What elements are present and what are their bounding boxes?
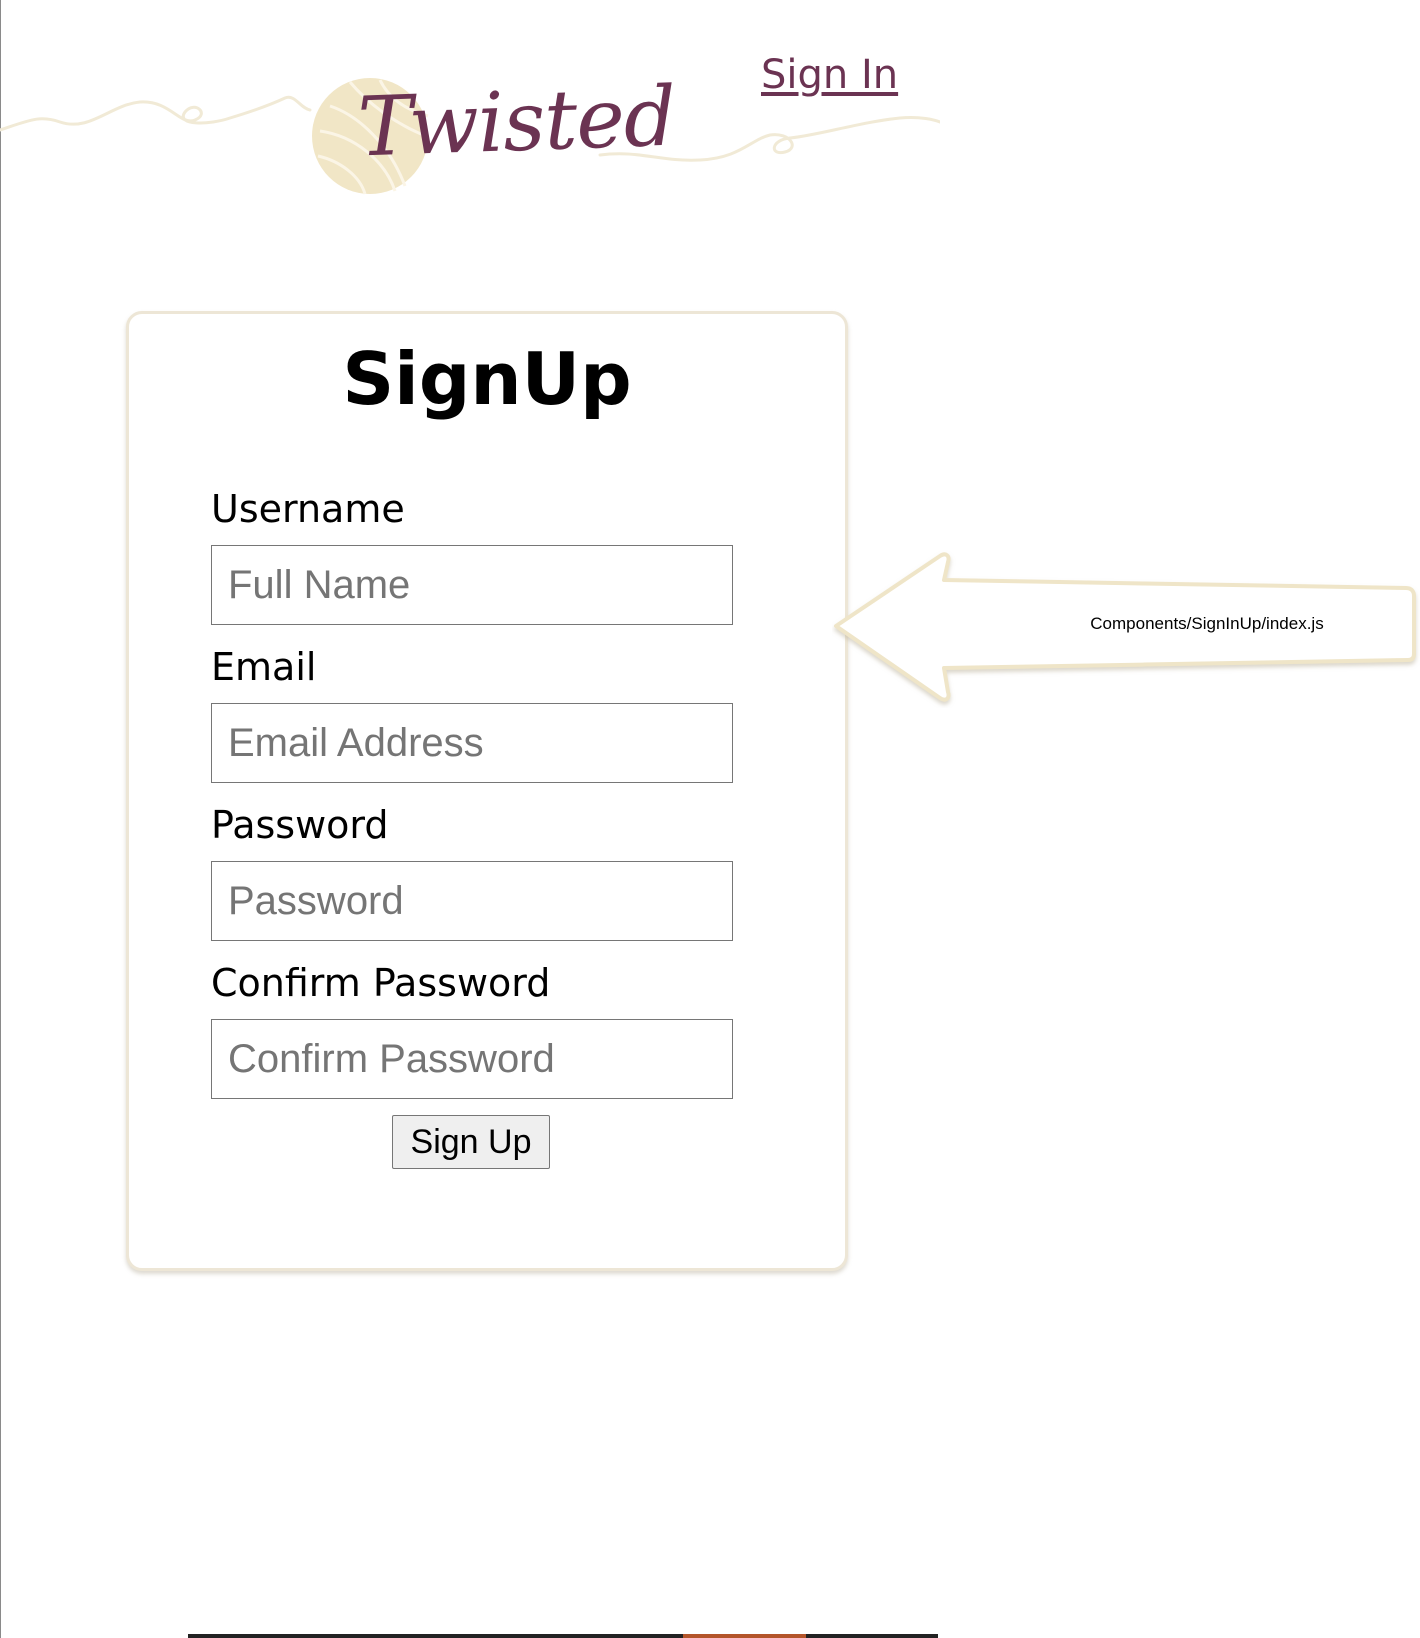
signup-card: SignUp Username Email Password Confirm P… xyxy=(126,311,848,1271)
email-input[interactable] xyxy=(211,703,733,783)
sign-up-button[interactable]: Sign Up xyxy=(392,1115,550,1169)
sign-in-link[interactable]: Sign In xyxy=(761,52,898,98)
bottom-edge-accent xyxy=(683,1634,806,1638)
password-input[interactable] xyxy=(211,861,733,941)
page-title: SignUp xyxy=(342,337,632,421)
annotation-callout: Components/SignInUp/index.js xyxy=(832,548,1420,708)
confirm-password-input[interactable] xyxy=(211,1019,733,1099)
logo-wordmark: Twisted xyxy=(356,69,677,176)
left-border-line xyxy=(0,0,1,1638)
username-input[interactable] xyxy=(211,545,733,625)
twisted-logo[interactable]: Twisted xyxy=(300,69,677,210)
confirm-password-label: Confirm Password xyxy=(211,961,551,1005)
password-label: Password xyxy=(211,803,389,847)
username-label: Username xyxy=(211,487,405,531)
email-label: Email xyxy=(211,645,317,689)
bottom-edge-bar xyxy=(188,1634,938,1638)
annotation-label: Components/SignInUp/index.js xyxy=(1090,614,1324,633)
site-header: Twisted Sign In xyxy=(0,0,940,220)
